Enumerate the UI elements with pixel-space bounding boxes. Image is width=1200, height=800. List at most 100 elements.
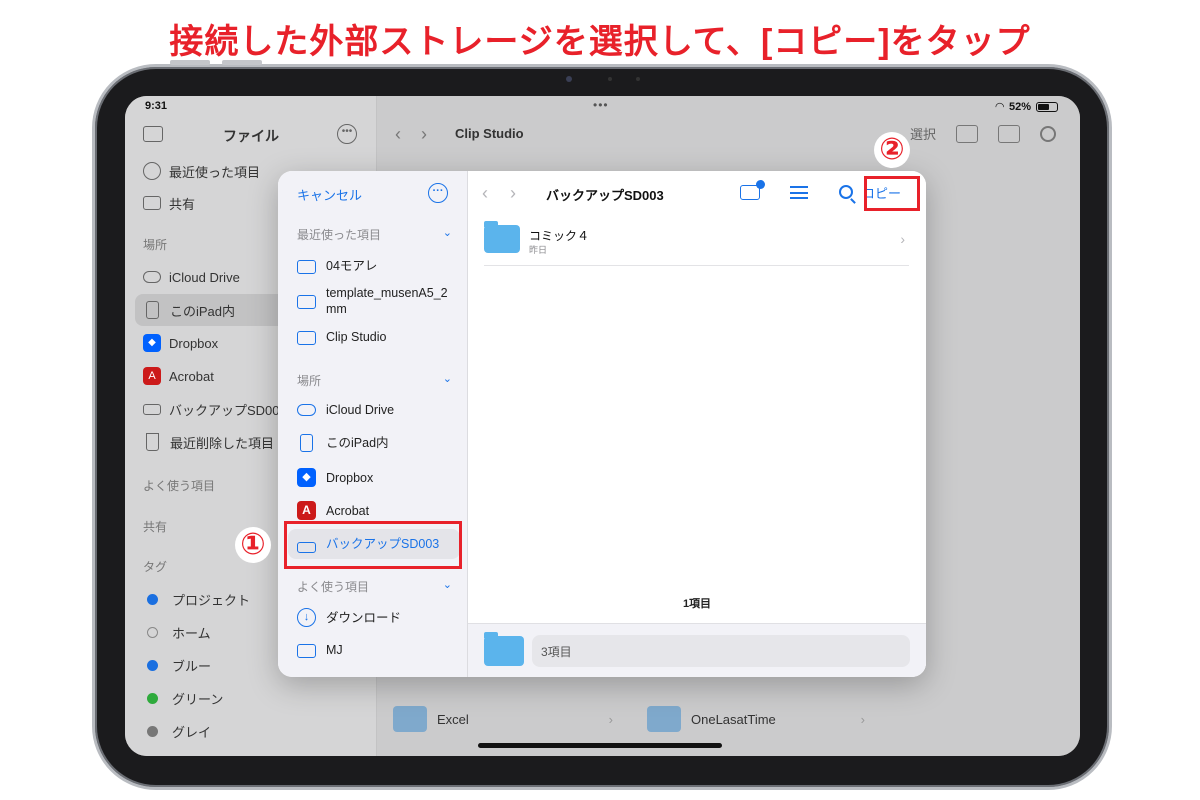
sidebar-item-recent-folder[interactable]: Clip Studio [297, 329, 457, 345]
section-header: タグ [143, 560, 168, 574]
chevron-right-icon: › [608, 711, 613, 727]
list-item[interactable]: OneLasatTime › [647, 702, 865, 736]
sidebar-item-recent-folder[interactable]: 04モアレ [297, 258, 457, 274]
sidebar-item-recent-folder[interactable]: template_musenA5_2mm [297, 285, 457, 317]
battery-icon [1036, 101, 1058, 112]
sidebar-item-dropbox[interactable]: ◆ Dropbox [143, 332, 218, 354]
dropbox-icon: ◆ [143, 334, 161, 352]
section-header-recent[interactable]: 最近使った項目 ⌄ [297, 226, 452, 243]
hardware-button [222, 60, 262, 65]
sidebar-item-trash[interactable]: 最近削除した項目 [143, 431, 274, 453]
sidebar-item-dropbox[interactable]: ◆ Dropbox [297, 468, 457, 487]
sensor-icon [636, 77, 640, 81]
sidebar-item-icloud[interactable]: iCloud Drive [297, 402, 457, 418]
sidebar-item-acrobat[interactable]: A Acrobat [143, 365, 214, 387]
chevron-down-icon: ⌄ [442, 373, 452, 385]
sidebar-item-downloads[interactable]: ↓ ダウンロード [297, 608, 457, 627]
clock-icon [143, 162, 161, 180]
tag-dot-icon [147, 692, 158, 704]
columns-icon[interactable] [998, 124, 1020, 143]
search-icon[interactable] [1040, 125, 1056, 142]
drive-icon [143, 403, 161, 415]
section-header: 共有 [143, 520, 168, 534]
current-path[interactable]: Clip Studio [455, 126, 524, 141]
cloud-icon [143, 271, 161, 283]
ipad-icon [146, 301, 159, 319]
cloud-icon [297, 404, 316, 416]
destination-field[interactable] [532, 635, 910, 667]
file-date: 昨日 [529, 245, 548, 255]
chevron-down-icon: ⌄ [442, 227, 452, 239]
chevron-right-icon: › [860, 711, 865, 727]
tag-dot-icon [147, 626, 158, 638]
home-indicator[interactable] [478, 743, 722, 748]
new-folder-icon[interactable] [740, 180, 765, 200]
picker-sidebar: キャンセル ··· 最近使った項目 ⌄ 04モアレ template_musen… [278, 171, 468, 677]
new-folder-icon[interactable] [956, 124, 978, 143]
folder-icon [297, 331, 316, 345]
sidebar-item-shared[interactable]: 共有 [143, 192, 195, 214]
select-button[interactable]: 選択 [910, 124, 936, 143]
nav-buttons: ‹ › [482, 183, 516, 204]
back-icon[interactable]: ‹ [482, 183, 488, 204]
dropbox-icon: ◆ [297, 468, 316, 487]
cancel-button[interactable]: キャンセル [297, 185, 362, 204]
shared-folder-icon [143, 196, 161, 210]
tag-item[interactable]: ブルー [143, 654, 211, 676]
acrobat-icon: A [143, 367, 161, 385]
picker-content: ‹ › バックアップSD003 コピー コミック４ 昨日 › 1項目 [468, 171, 926, 677]
folder-icon [297, 644, 316, 658]
chevron-right-icon: › [900, 231, 905, 247]
hardware-button [170, 60, 210, 65]
chevron-down-icon: ⌄ [442, 579, 452, 591]
section-header: 場所 [143, 238, 168, 252]
list-view-icon[interactable] [790, 186, 808, 199]
trash-icon [146, 433, 159, 451]
folder-icon [297, 295, 316, 309]
step-1-marker: ① [235, 527, 271, 563]
tag-item[interactable]: グレイ [143, 720, 211, 742]
section-header: よく使う項目 [143, 479, 216, 493]
multitask-dots[interactable]: ••• [593, 98, 609, 112]
folder-icon [393, 706, 427, 732]
ipad-icon [300, 434, 313, 452]
folder-icon [484, 632, 524, 666]
battery-percent: 52% [1008, 100, 1031, 113]
headline-instruction: 接続した外部ストレージを選択して、[コピー]をタップ [169, 23, 1031, 61]
step-2-marker: ② [874, 132, 910, 168]
wifi-icon: ◠ [995, 101, 1004, 113]
back-forward-icons[interactable]: ‹ › [395, 124, 427, 145]
sidebar-item-ipad[interactable]: このiPad内 [297, 434, 457, 452]
tag-item[interactable]: グリーン [143, 687, 223, 709]
background-toolbar: 選択 [910, 124, 1056, 143]
sidebar-item-drive[interactable]: バックアップSD003 [143, 398, 287, 420]
sidebar-item-acrobat[interactable]: A Acrobat [297, 501, 457, 520]
section-header-favorites[interactable]: よく使う項目 ⌄ [297, 578, 452, 595]
file-picker-modal: キャンセル ··· 最近使った項目 ⌄ 04モアレ template_musen… [278, 171, 926, 677]
folder-icon [484, 221, 520, 253]
list-item[interactable]: Excel › [393, 702, 613, 736]
camera-icon [566, 76, 572, 82]
highlight-box-drive [284, 521, 462, 569]
folder-icon [647, 706, 681, 732]
file-name: コミック４ [529, 229, 590, 243]
more-icon[interactable]: ··· [428, 183, 448, 203]
sidebar-item-folder[interactable]: MJ [297, 642, 457, 658]
status-right: ◠ 52% [995, 100, 1058, 113]
destination-bar [468, 623, 926, 677]
sidebar-item-recent[interactable]: 最近使った項目 [143, 160, 260, 182]
download-icon: ↓ [297, 608, 316, 627]
item-count: 1項目 [682, 598, 712, 610]
tag-item[interactable]: プロジェクト [143, 588, 250, 610]
sensor-icon [608, 77, 612, 81]
highlight-box-copy [864, 176, 920, 211]
more-icon[interactable]: ••• [337, 124, 357, 144]
section-header-locations[interactable]: 場所 ⌄ [297, 372, 452, 389]
list-item[interactable]: コミック４ 昨日 › [484, 221, 909, 266]
sidebar-item-icloud[interactable]: iCloud Drive [143, 266, 240, 288]
status-time: 9:31 [145, 100, 168, 112]
search-icon[interactable] [839, 185, 853, 199]
tag-item[interactable]: ホーム [143, 621, 211, 643]
forward-icon[interactable]: › [510, 183, 516, 204]
sidebar-item-ipad[interactable]: このiPad内 [143, 299, 235, 321]
